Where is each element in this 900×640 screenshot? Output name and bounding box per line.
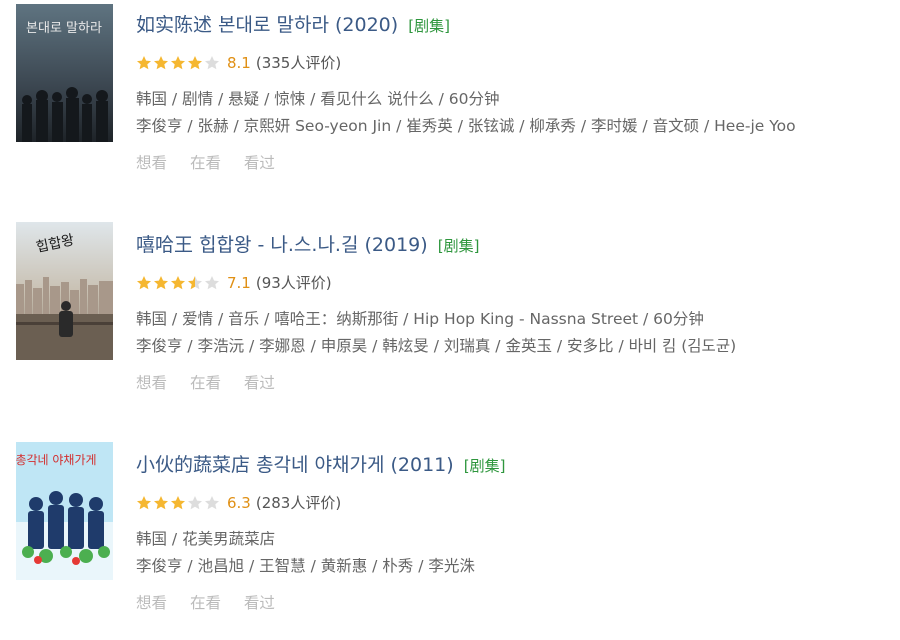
poster-image[interactable]: 힙합왕 xyxy=(16,222,113,360)
watched-button[interactable]: 看过 xyxy=(244,154,275,172)
star-icon xyxy=(205,275,219,289)
list-item: 총각네 야채가게 小伙的蔬菜店 총각네 야채가게 (2011) [剧集] 6.3… xyxy=(0,440,900,640)
want-watch-button[interactable]: 想看 xyxy=(136,374,167,392)
rating-stars xyxy=(136,275,221,291)
star-icon xyxy=(188,495,202,509)
item-cast: 李俊亨 / 张赫 / 京熙妍 Seo-yeon Jin / 崔秀英 / 张铉诚 … xyxy=(136,117,796,135)
poster-art: 본대로 말하라 xyxy=(16,4,113,142)
rating-votes[interactable]: (93人评价) xyxy=(256,272,332,293)
rating-score: 7.1 xyxy=(227,273,251,292)
star-icon xyxy=(188,275,202,289)
want-watch-button[interactable]: 想看 xyxy=(136,154,167,172)
rating-score: 6.3 xyxy=(227,493,251,512)
star-icon xyxy=(137,275,151,289)
item-title-link[interactable]: 如实陈述 본대로 말하라 (2020) xyxy=(136,14,398,36)
item-title-link[interactable]: 小伙的蔬菜店 총각네 야채가게 (2011) xyxy=(136,454,454,476)
item-actions: 想看 在看 看过 xyxy=(136,591,293,613)
rating-stars xyxy=(136,55,221,71)
item-title-line: 嘻哈王 힙합왕 - 나.스.나.길 (2019) [剧集] xyxy=(136,230,479,257)
watched-button[interactable]: 看过 xyxy=(244,374,275,392)
list-item: 힙합왕 嘻哈王 힙합왕 - 나.스.나.길 (2019) [剧集] 7.1 (9… xyxy=(0,220,900,420)
item-cast: 李俊亨 / 池昌旭 / 王智慧 / 黄新惠 / 朴秀 / 李光洙 xyxy=(136,557,475,575)
poster-art: 총각네 야채가게 xyxy=(16,442,113,580)
star-icon xyxy=(154,495,168,509)
item-meta: 韩国 / 剧情 / 悬疑 / 惊悚 / 看见什么 说什么 / 60分钟 xyxy=(136,90,500,108)
item-title-link[interactable]: 嘻哈王 힙합왕 - 나.스.나.길 (2019) xyxy=(136,234,428,256)
rating-votes[interactable]: (283人评价) xyxy=(256,492,341,513)
poster-title-text: 총각네 야채가게 xyxy=(16,453,97,467)
watched-button[interactable]: 看过 xyxy=(244,594,275,612)
star-icon xyxy=(137,495,151,509)
star-icon xyxy=(171,55,185,69)
item-tag: [剧集] xyxy=(437,237,480,255)
item-meta: 韩国 / 花美男蔬菜店 xyxy=(136,530,276,548)
want-watch-button[interactable]: 想看 xyxy=(136,594,167,612)
star-icon xyxy=(137,55,151,69)
item-title-line: 小伙的蔬菜店 총각네 야채가게 (2011) [剧集] xyxy=(136,450,505,477)
item-tag: [剧集] xyxy=(408,17,450,35)
item-actions: 想看 在看 看过 xyxy=(136,151,293,173)
item-actions: 想看 在看 看过 xyxy=(136,371,293,393)
rating-stars xyxy=(136,495,221,511)
star-icon xyxy=(154,275,168,289)
star-icon xyxy=(188,55,202,69)
star-icon xyxy=(154,55,168,69)
rating-votes[interactable]: (335人评价) xyxy=(256,52,341,73)
star-icon xyxy=(205,495,219,509)
rating-line: 7.1 (93人评价) xyxy=(136,272,332,293)
item-meta: 韩国 / 爱情 / 音乐 / 嘻哈王：纳斯那街 / Hip Hop King -… xyxy=(136,310,704,328)
list-item: 본대로 말하라 如实陈述 본대로 말하라 (2020) [剧集] 8.1 (33 xyxy=(0,0,900,200)
star-icon xyxy=(171,495,185,509)
item-title-line: 如实陈述 본대로 말하라 (2020) [剧集] xyxy=(136,10,450,37)
item-cast: 李俊亨 / 李浩沅 / 李娜恩 / 申原昊 / 韩炫旻 / 刘瑞真 / 金英玉 … xyxy=(136,337,737,355)
watching-button[interactable]: 在看 xyxy=(190,154,221,172)
poster-art: 힙합왕 xyxy=(16,222,113,360)
star-icon xyxy=(171,275,185,289)
rating-line: 8.1 (335人评价) xyxy=(136,52,341,73)
star-icon xyxy=(205,55,219,69)
poster-title-text: 본대로 말하라 xyxy=(26,21,102,36)
poster-image[interactable]: 총각네 야채가게 xyxy=(16,442,113,580)
watching-button[interactable]: 在看 xyxy=(190,374,221,392)
watching-button[interactable]: 在看 xyxy=(190,594,221,612)
item-tag: [剧集] xyxy=(463,457,506,475)
poster-image[interactable]: 본대로 말하라 xyxy=(16,4,113,142)
rating-score: 8.1 xyxy=(227,53,251,72)
rating-line: 6.3 (283人评价) xyxy=(136,492,341,513)
